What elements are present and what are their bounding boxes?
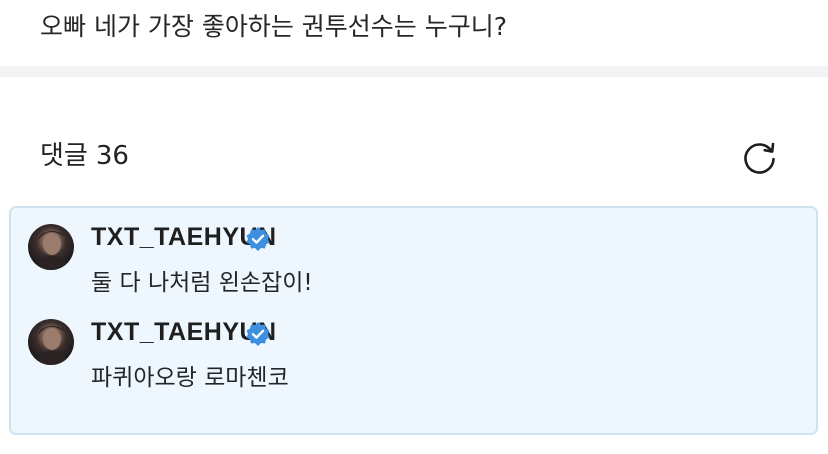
comments-count: 36 — [95, 141, 129, 171]
avatar[interactable] — [28, 224, 74, 270]
artist-reply-box: TXT_TAEHYUN 둘 다 나처럼 왼손잡이! TXT_TAEHYUN 파퀴… — [9, 206, 818, 435]
refresh-icon — [744, 142, 775, 174]
avatar[interactable] — [28, 319, 74, 365]
section-divider — [0, 66, 828, 77]
verified-badge-icon — [246, 322, 270, 346]
refresh-button[interactable] — [740, 137, 780, 177]
comments-label: 댓글 — [40, 141, 88, 171]
verified-badge-icon — [246, 227, 270, 251]
post-question: 오빠 네가 가장 좋아하는 권투선수는 누구니? — [40, 12, 508, 41]
reply-message: 둘 다 나처럼 왼손잡이! — [91, 270, 313, 296]
reply-message: 파퀴아오랑 로마첸코 — [91, 365, 289, 391]
comments-header: 댓글 36 — [40, 136, 129, 176]
